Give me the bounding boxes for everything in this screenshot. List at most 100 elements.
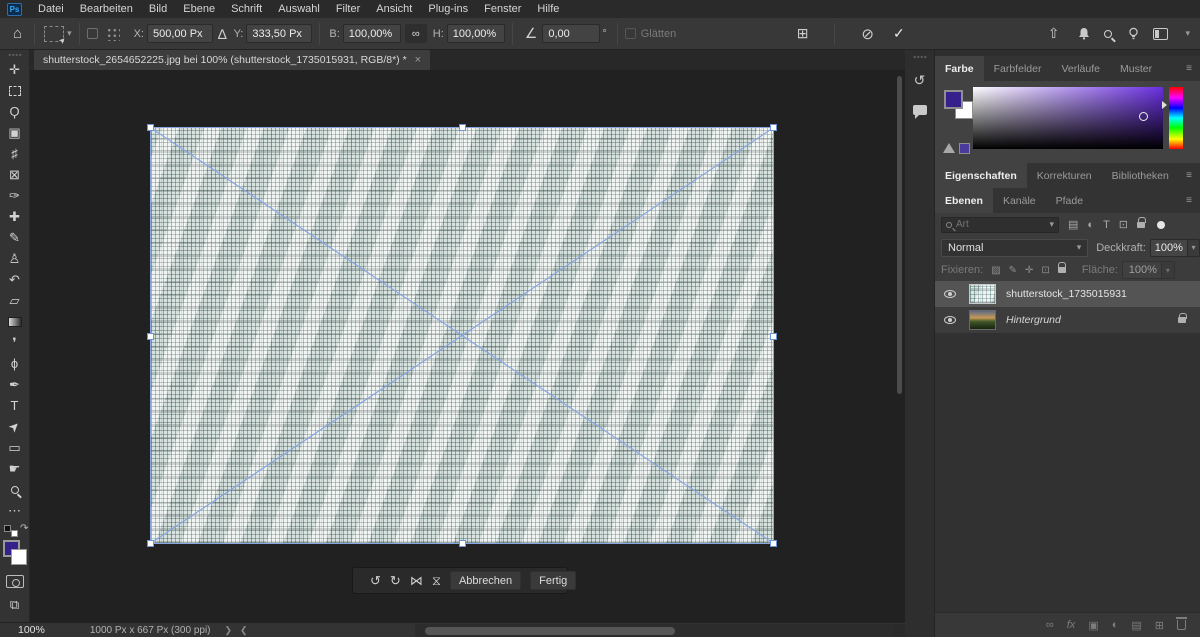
- rotate-ccw-icon[interactable]: ↺: [370, 573, 381, 589]
- share-icon[interactable]: ⇧: [1043, 25, 1065, 42]
- tab-muster[interactable]: Muster: [1110, 56, 1162, 81]
- brush-tool[interactable]: ✎: [3, 227, 27, 248]
- filter-shape-layers-icon[interactable]: ⊡: [1119, 218, 1128, 231]
- tab-korrekturen[interactable]: Korrekturen: [1027, 163, 1102, 188]
- opacity-dropdown-icon[interactable]: ▾: [1187, 238, 1200, 257]
- zoom-tool[interactable]: [3, 479, 27, 500]
- marquee-tool[interactable]: [3, 80, 27, 101]
- visibility-eye-icon[interactable]: [944, 290, 956, 298]
- canvas-horizontal-scrollbar[interactable]: [415, 624, 893, 637]
- tab-bibliotheken[interactable]: Bibliotheken: [1102, 163, 1179, 188]
- filter-toggle[interactable]: [1157, 220, 1166, 229]
- transform-tool-icon[interactable]: [44, 25, 65, 42]
- bell-icon[interactable]: [1078, 27, 1090, 40]
- dodge-tool[interactable]: ϕ: [3, 353, 27, 374]
- swap-colors-icon[interactable]: ↷: [20, 523, 28, 534]
- quick-mask-button[interactable]: [5, 575, 24, 588]
- chevron-down-icon[interactable]: ▾: [1185, 28, 1190, 39]
- lightbulb-icon[interactable]: [1128, 27, 1139, 40]
- link-layers-icon[interactable]: ∞: [1046, 619, 1054, 631]
- layer-row-hintergrund[interactable]: Hintergrund: [935, 307, 1200, 333]
- lasso-tool[interactable]: Ϙ: [3, 101, 27, 122]
- tab-farbfelder[interactable]: Farbfelder: [984, 56, 1052, 81]
- close-icon[interactable]: ×: [415, 54, 421, 66]
- tab-pfade[interactable]: Pfade: [1046, 188, 1093, 213]
- status-prev-icon[interactable]: ❮: [240, 625, 248, 636]
- layer-name[interactable]: Hintergrund: [1006, 314, 1061, 326]
- color-cursor[interactable]: [1139, 112, 1148, 121]
- menu-auswahl[interactable]: Auswahl: [270, 0, 328, 18]
- frame-tool[interactable]: ⊠: [3, 164, 27, 185]
- flip-vertical-icon[interactable]: ⧖: [432, 573, 441, 589]
- gradient-tool[interactable]: [3, 311, 27, 332]
- reference-point-checkbox[interactable]: [86, 28, 98, 39]
- tab-verlaeufe[interactable]: Verläufe: [1051, 56, 1110, 81]
- opacity-value[interactable]: 100%: [1149, 238, 1188, 257]
- search-icon[interactable]: [1104, 29, 1113, 38]
- move-tool[interactable]: ✛: [3, 59, 27, 80]
- width-input[interactable]: [342, 24, 401, 43]
- handle-top-right[interactable]: [770, 124, 777, 131]
- fill-dropdown-icon[interactable]: ▾: [1161, 261, 1175, 279]
- handle-bottom-left[interactable]: [147, 540, 154, 547]
- filter-type-layers-icon[interactable]: T: [1103, 219, 1110, 231]
- delete-layer-icon[interactable]: [1176, 617, 1187, 630]
- height-input[interactable]: [446, 24, 505, 43]
- lock-artboard-icon[interactable]: ⊡: [1041, 265, 1049, 276]
- handle-bottom-right[interactable]: [770, 540, 777, 547]
- blend-mode-select[interactable]: Normal ▾: [941, 238, 1089, 257]
- menu-plugins[interactable]: Plug-ins: [420, 0, 476, 18]
- y-input[interactable]: [246, 24, 313, 43]
- panel-menu-icon[interactable]: ≡: [1186, 195, 1192, 206]
- menu-ebene[interactable]: Ebene: [175, 0, 223, 18]
- default-colors-icon[interactable]: ↷: [4, 523, 28, 537]
- layer-name[interactable]: shutterstock_1735015931: [1006, 288, 1127, 300]
- healing-brush-tool[interactable]: ✚: [3, 206, 27, 227]
- clone-stamp-tool[interactable]: ♙: [3, 248, 27, 269]
- status-next-icon[interactable]: ❯: [225, 625, 233, 636]
- filter-smart-objects-icon[interactable]: [1137, 217, 1146, 231]
- panel-menu-icon[interactable]: ≡: [1186, 170, 1192, 181]
- workspace-icon[interactable]: [1153, 27, 1169, 40]
- screen-mode-button[interactable]: ⧉: [3, 594, 27, 615]
- menu-bild[interactable]: Bild: [141, 0, 175, 18]
- layer-thumbnail[interactable]: [969, 310, 996, 330]
- new-group-icon[interactable]: ▤: [1131, 619, 1141, 632]
- tab-ebenen[interactable]: Ebenen: [935, 188, 993, 213]
- path-selection-tool[interactable]: ➤: [3, 416, 27, 437]
- adjustment-layer-icon[interactable]: ◐: [1112, 619, 1119, 631]
- document-tab[interactable]: shutterstock_2654652225.jpg bei 100% (sh…: [34, 50, 431, 70]
- reference-point-grid[interactable]: [105, 26, 120, 41]
- menu-datei[interactable]: Datei: [30, 0, 72, 18]
- home-icon[interactable]: ⌂: [8, 25, 27, 42]
- eyedropper-tool[interactable]: ✑: [3, 185, 27, 206]
- delta-icon[interactable]: ∆: [213, 26, 232, 42]
- shape-tool[interactable]: ▭: [3, 437, 27, 458]
- handle-top-left[interactable]: [147, 124, 154, 131]
- type-tool[interactable]: T: [3, 395, 27, 416]
- edit-toolbar-button[interactable]: ⋯: [3, 500, 27, 521]
- chevron-down-icon[interactable]: ▾: [67, 28, 72, 39]
- x-input[interactable]: [147, 24, 213, 43]
- rotate-cw-icon[interactable]: ↻: [390, 573, 401, 589]
- blur-tool[interactable]: ❜: [3, 332, 27, 353]
- visibility-eye-icon[interactable]: [944, 316, 956, 324]
- layer-style-fx-icon[interactable]: fx: [1067, 619, 1076, 631]
- filter-adjustment-layers-icon[interactable]: ◐: [1087, 219, 1094, 231]
- new-layer-icon[interactable]: ⊞: [1155, 619, 1164, 632]
- toolbar-grip[interactable]: [7, 53, 22, 57]
- layer-search-input[interactable]: [956, 219, 1043, 230]
- saturation-brightness-field[interactable]: [973, 87, 1163, 149]
- scrollbar-thumb[interactable]: [425, 626, 675, 635]
- lock-transparency-icon[interactable]: ▨: [991, 265, 1000, 276]
- tab-farbe[interactable]: Farbe: [935, 56, 984, 81]
- gamut-warning-icon[interactable]: [943, 143, 955, 153]
- layer-search-box[interactable]: ▾: [941, 216, 1059, 233]
- hue-slider[interactable]: [1169, 87, 1183, 149]
- panel-menu-icon[interactable]: ≡: [1186, 63, 1192, 74]
- crop-tool[interactable]: ♯: [3, 143, 27, 164]
- eraser-tool[interactable]: ▱: [3, 290, 27, 311]
- layer-row-shutterstock[interactable]: shutterstock_1735015931: [935, 281, 1200, 307]
- zoom-level[interactable]: 100%: [18, 624, 45, 636]
- angle-input[interactable]: [542, 24, 601, 43]
